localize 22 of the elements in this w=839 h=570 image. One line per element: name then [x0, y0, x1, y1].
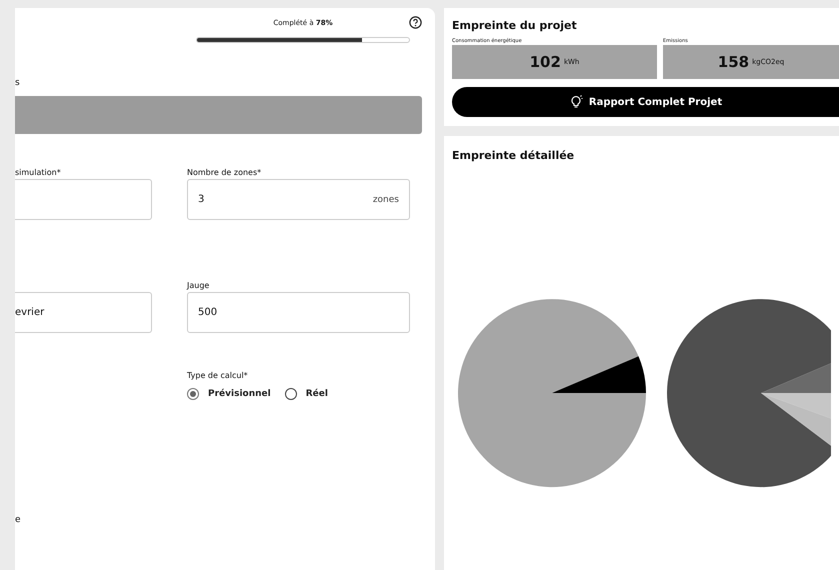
field-label: Jauge: [187, 280, 210, 292]
card-title: Empreinte du projet: [452, 18, 578, 34]
radio-button[interactable]: [187, 388, 199, 400]
radio-label[interactable]: Prévisionnel: [208, 389, 271, 399]
metric-value: 158: [718, 53, 750, 71]
input-field[interactable]: evrier: [15, 292, 152, 333]
field-label: simulation*: [15, 167, 62, 179]
input-field[interactable]: [15, 179, 152, 220]
input-field[interactable]: 3 zones: [187, 179, 410, 220]
input-field[interactable]: 500: [187, 292, 410, 333]
heading-text: s: [15, 77, 20, 89]
report-button[interactable]: Rapport Complet Projet: [452, 87, 839, 117]
help-icon[interactable]: [409, 16, 422, 29]
field-label: Type de calcul*: [187, 370, 249, 382]
metric-value: 102: [530, 53, 561, 71]
unit-label: zones: [372, 194, 399, 204]
radio-label[interactable]: Réel: [306, 389, 328, 399]
body-text: e: [15, 514, 21, 526]
lightbulb-icon: [568, 95, 583, 109]
card-title: Empreinte détaillée: [452, 148, 576, 164]
radio-button[interactable]: [284, 388, 297, 400]
field-label: Nombre de zones*: [187, 167, 262, 179]
